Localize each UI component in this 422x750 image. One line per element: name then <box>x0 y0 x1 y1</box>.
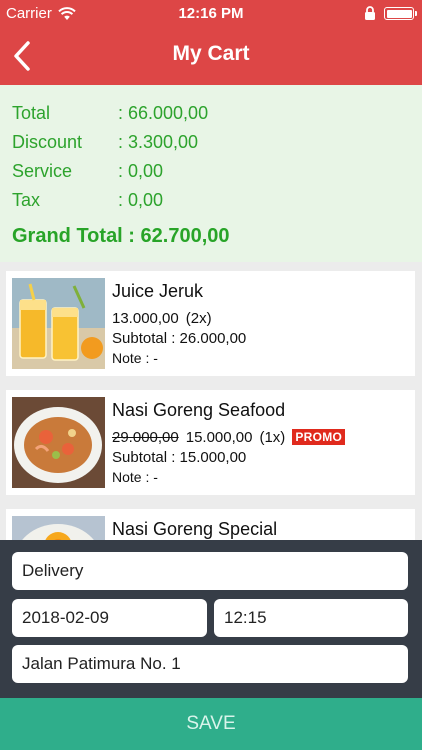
cart-item[interactable]: Nasi Goreng Special <box>6 509 415 540</box>
summary-label: Tax <box>12 190 41 210</box>
item-price-line: 29.000,00 15.000,00 (1x) PROMO <box>112 427 409 447</box>
cart-item[interactable]: Nasi Goreng Seafood 29.000,00 15.000,00 … <box>6 390 415 495</box>
cart-item-info: Juice Jeruk 13.000,00 (2x) Subtotal : 26… <box>112 281 409 368</box>
navigation-bar: My Cart <box>0 28 422 85</box>
cart-item-info: Nasi Goreng Special <box>112 519 409 540</box>
lock-rotation-icon <box>365 6 375 20</box>
summary-row-service: Service : 0,00 <box>12 157 410 186</box>
nasi-goreng-seafood-image <box>12 397 105 488</box>
nasi-goreng-special-image <box>12 516 105 540</box>
summary-value: : 0,00 <box>118 190 164 210</box>
item-quantity: (2x) <box>185 309 212 327</box>
item-quantity: (1x) <box>259 428 286 446</box>
cart-item[interactable]: Juice Jeruk 13.000,00 (2x) Subtotal : 26… <box>6 271 415 376</box>
item-price: 15.000,00 <box>185 428 253 446</box>
header: Carrier 12:16 PM My Cart <box>0 0 422 85</box>
time-field[interactable]: 12:15 <box>214 599 408 637</box>
item-price-line: 13.000,00 (2x) <box>112 308 409 328</box>
item-name: Nasi Goreng Seafood <box>112 400 286 420</box>
grand-total: Grand Total : 62.700,00 <box>12 225 230 247</box>
summary-value: : 66.000,00 <box>118 103 209 123</box>
status-bar: Carrier 12:16 PM <box>0 0 422 28</box>
item-subtotal: Subtotal : 26.000,00 <box>112 329 247 347</box>
item-name: Juice Jeruk <box>112 281 204 301</box>
page-title: My Cart <box>172 42 250 65</box>
summary-row-discount: Discount : 3.300,00 <box>12 128 410 157</box>
summary-row-total: Total : 66.000,00 <box>12 99 410 128</box>
summary-value: : 0,00 <box>118 161 164 181</box>
cart-item-list[interactable]: Juice Jeruk 13.000,00 (2x) Subtotal : 26… <box>0 262 422 540</box>
item-note: Note : - <box>112 350 158 366</box>
cart-summary: Total : 66.000,00 Discount : 3.300,00 Se… <box>0 85 422 262</box>
item-name: Nasi Goreng Special <box>112 519 278 539</box>
battery-icon <box>384 7 417 20</box>
order-form-panel: Delivery 2018-02-09 12:15 Jalan Patimura… <box>0 540 422 698</box>
summary-value: : 3.300,00 <box>118 132 199 152</box>
juice-jeruk-image <box>12 278 105 369</box>
address-field[interactable]: Jalan Patimura No. 1 <box>12 645 408 683</box>
summary-label: Discount <box>12 132 83 152</box>
item-original-price: 29.000,00 <box>112 428 179 446</box>
promo-badge: PROMO <box>292 429 346 445</box>
summary-label: Total <box>12 103 51 123</box>
status-time: 12:16 PM <box>178 5 244 22</box>
item-price: 13.000,00 <box>112 309 179 327</box>
summary-label: Service <box>12 161 73 181</box>
cart-item-info: Nasi Goreng Seafood 29.000,00 15.000,00 … <box>112 400 409 487</box>
date-field[interactable]: 2018-02-09 <box>12 599 207 637</box>
save-button[interactable]: SAVE <box>0 698 422 750</box>
item-subtotal: Subtotal : 15.000,00 <box>112 448 247 466</box>
item-note: Note : - <box>112 469 158 485</box>
summary-row-tax: Tax : 0,00 <box>12 186 410 215</box>
delivery-type-field[interactable]: Delivery <box>12 552 408 590</box>
